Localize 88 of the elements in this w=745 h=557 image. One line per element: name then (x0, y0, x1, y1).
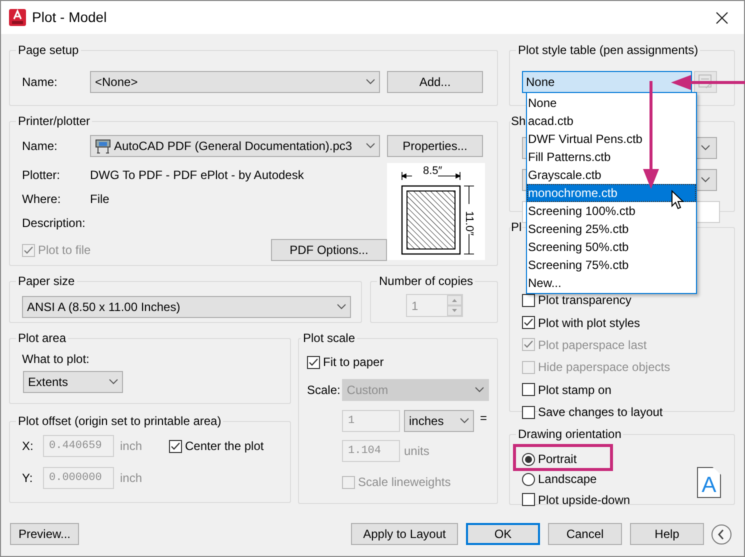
dropdown[interactable]: Extents (23, 371, 123, 393)
checkbox[interactable] (522, 294, 535, 307)
ok-button[interactable]: OK (466, 523, 540, 545)
group-label: Plot style table (pen assignments) (518, 43, 698, 57)
checkbox-label: Save changes to layout (538, 404, 663, 422)
radio-label: Landscape (538, 472, 597, 486)
checkbox[interactable] (169, 440, 182, 452)
group-label: Number of copies (379, 274, 474, 288)
group-label: Sh (511, 114, 526, 128)
chevron-icon (701, 145, 710, 151)
group-label: Plot scale (303, 331, 356, 345)
plot-style-dropdown[interactable]: None (522, 71, 692, 93)
unit-label: inch (120, 470, 142, 487)
dropdown-option[interactable]: None (527, 94, 696, 112)
dropdown-option[interactable]: acad.ctb (527, 112, 696, 130)
dropdown-option[interactable]: Screening 50%.ctb (527, 238, 696, 256)
dropdown-option[interactable]: New... (527, 274, 696, 292)
checkbox-label: Scale lineweights (358, 474, 451, 491)
radio-label: Portrait (538, 452, 577, 466)
apply-button[interactable]: Apply to Layout (351, 523, 458, 545)
group-label: Printer/plotter (18, 114, 90, 128)
checkbox-label: Plot to file (38, 242, 91, 259)
checkbox-label: Hide paperspace objects (538, 359, 670, 376)
checkbox-label: Fit to paper (323, 354, 384, 371)
dropdown[interactable]: <None> (90, 71, 380, 93)
chevron-icon (475, 387, 484, 393)
field-label: Description: (22, 215, 86, 232)
checkbox[interactable] (522, 383, 535, 396)
dropdown[interactable]: ANSI A (8.50 x 11.00 Inches) (22, 296, 351, 318)
group-label: Paper size (18, 274, 75, 288)
plotter-icon (95, 138, 111, 154)
checkbox-label: Plot stamp on (538, 382, 612, 399)
group-label: Page setup (18, 43, 79, 57)
app-icon (9, 9, 26, 26)
checkbox[interactable] (522, 406, 535, 419)
add-button[interactable]: Add... (387, 71, 483, 93)
checkbox[interactable] (522, 316, 535, 330)
orientation-icon: A (697, 467, 721, 498)
radio-button[interactable] (522, 452, 535, 466)
printer-dropdown[interactable]: AutoCAD PDF (General Documentation).pc3 (90, 135, 380, 157)
cursor-icon (671, 190, 684, 210)
window-title: Plot - Model (32, 8, 107, 27)
pdf-options-button[interactable]: PDF Options... (271, 239, 387, 261)
chevron-icon (460, 418, 469, 424)
group-label: Plot offset (origin set to printable area) (18, 414, 222, 428)
group-label: Plot area (18, 331, 66, 345)
dropdown-option[interactable]: Screening 75%.ctb (527, 256, 696, 274)
chevron-icon (109, 379, 118, 385)
field-label: Scale: (307, 383, 340, 397)
group-label: Pl (511, 220, 522, 234)
help-button[interactable]: Help (630, 523, 704, 545)
chevron-icon (366, 79, 375, 85)
dropdown-option[interactable]: Fill Patterns.ctb (527, 148, 696, 166)
checkbox-label: Plot upside-down (538, 492, 630, 508)
height-dimension: 11.0″ (463, 211, 475, 236)
field-label: X: (22, 439, 34, 453)
chevron-icon (701, 177, 710, 183)
dropdown-option[interactable]: Screening 100%.ctb (527, 202, 696, 220)
chevron-icon (337, 304, 346, 310)
checkbox[interactable] (522, 493, 535, 506)
checkbox-label: Plot transparency (538, 292, 632, 310)
checkbox-label: Plot paperspace last (538, 336, 647, 354)
checkbox-label: Center the plot (185, 438, 264, 455)
equals-sign: = (480, 411, 488, 425)
group-label: Drawing orientation (518, 427, 622, 441)
checkbox-label: Plot with plot styles (538, 314, 640, 332)
unit-label: units (404, 443, 430, 460)
width-dimension: 8.5″ (423, 165, 442, 177)
field-label: Where: (22, 192, 61, 206)
radio-button[interactable] (522, 472, 535, 486)
field-label: Name: (22, 139, 58, 153)
field-label: Y: (22, 471, 33, 485)
field-value: DWG To PDF - PDF ePlot - by Autodesk (90, 167, 304, 184)
field-value: File (90, 191, 110, 208)
cancel-button[interactable]: Cancel (548, 523, 622, 545)
field-label: What to plot: (22, 352, 90, 366)
unit-label: inch (120, 438, 144, 455)
dropdown-option[interactable]: Screening 25%.ctb (527, 220, 696, 238)
dropdown-option[interactable]: Grayscale.ctb (527, 166, 696, 184)
dropdown-option[interactable]: monochrome.ctb (527, 184, 696, 202)
dropdown-option[interactable]: DWF Virtual Pens.ctb (527, 130, 696, 148)
preview-button[interactable]: Preview... (10, 523, 79, 545)
chevron-icon (366, 143, 375, 149)
close-icon[interactable] (716, 12, 728, 24)
field-label: Name: (22, 75, 58, 89)
collapse-icon[interactable] (711, 524, 732, 544)
field-label: Plotter: (22, 168, 60, 182)
properties-button[interactable]: Properties... (387, 135, 483, 157)
